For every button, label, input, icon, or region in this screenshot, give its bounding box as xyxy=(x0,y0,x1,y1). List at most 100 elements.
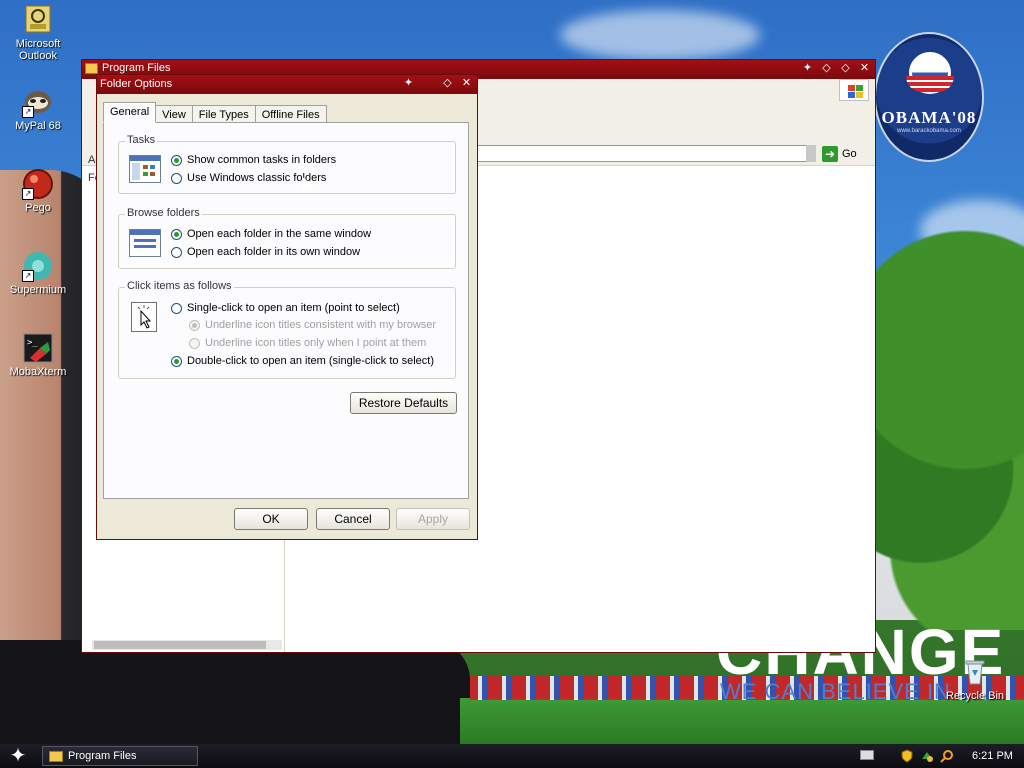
desktop-icon-pego[interactable]: ↗ Pego xyxy=(3,168,73,214)
mypal-icon: ↗ xyxy=(22,86,54,118)
shortcut-arrow-icon: ↗ xyxy=(22,106,34,118)
desktop-icon-outlook[interactable]: Microsoft Outlook xyxy=(3,4,73,62)
radio-button[interactable] xyxy=(171,302,182,314)
dialog-title-bar[interactable]: Folder Options ✦ ◇ ✕ xyxy=(97,75,477,94)
underline-point-option[interactable]: Underline icon titles only when I point … xyxy=(189,337,426,349)
go-label: Go xyxy=(842,148,857,160)
tab-view[interactable]: View xyxy=(155,105,193,123)
security-shield-icon[interactable] xyxy=(900,749,914,763)
desktop-icon-label: Microsoft Outlook xyxy=(15,38,61,62)
star-icon[interactable]: ✦ xyxy=(402,77,415,90)
radio-button[interactable] xyxy=(189,337,200,349)
underline-consistent-label: Underline icon titles consistent with my… xyxy=(205,319,437,331)
network-icon[interactable] xyxy=(920,749,934,763)
folder-options-dialog[interactable]: Folder Options ✦ ◇ ✕ General View File T… xyxy=(96,74,478,540)
ok-button[interactable]: OK xyxy=(234,508,308,530)
go-button[interactable]: ➜ Go xyxy=(822,145,857,163)
tab-general[interactable]: General xyxy=(103,102,157,123)
dialog-window-controls: ✦ ◇ ✕ xyxy=(402,77,473,90)
radio-button[interactable] xyxy=(171,154,182,166)
svg-text:>_: >_ xyxy=(27,338,38,348)
same-window-label: Open each folder in the same window xyxy=(187,228,372,240)
radio-button[interactable] xyxy=(171,355,182,367)
tab-offline-files[interactable]: Offline Files xyxy=(254,105,327,123)
desktop-icon-label: Supermium xyxy=(9,284,67,296)
maximize-button[interactable]: ◇ xyxy=(839,62,852,75)
desktop-icon-label: MobaXterm xyxy=(9,366,67,378)
cancel-button[interactable]: Cancel xyxy=(316,508,390,530)
desktop-icon-mobaxterm[interactable]: >_ MobaXterm xyxy=(3,332,73,378)
own-window-label: Open each folder in its own window xyxy=(187,246,361,258)
folder-icon xyxy=(85,63,98,74)
folder-icon xyxy=(49,750,63,762)
taskbar-button-program-files[interactable]: Program Files xyxy=(42,746,198,766)
desktop-icon-label: MyPal 68 xyxy=(15,120,61,132)
scrollbar-thumb[interactable] xyxy=(94,641,266,649)
underline-point-label: Underline icon titles only when I point … xyxy=(205,337,427,349)
radio-button[interactable] xyxy=(171,228,182,240)
obama-logo-url: www.barackobama.com xyxy=(897,128,961,134)
minimize-button[interactable]: ◇ xyxy=(820,62,833,75)
apply-button[interactable]: Apply xyxy=(396,508,470,530)
recycle-bin-icon xyxy=(959,656,991,688)
tasks-legend: Tasks xyxy=(125,134,158,146)
radio-button[interactable] xyxy=(171,172,182,184)
explorer-window-controls: ✦ ◇ ◇ ✕ xyxy=(801,62,871,75)
desktop-icon-label: Recycle Bin xyxy=(945,690,1005,702)
tasks-group: Tasks Show common tasks in folders Use W… xyxy=(118,134,456,194)
wallpaper-believe-text: WE CAN BELIEVE IN xyxy=(720,679,951,704)
click-items-legend: Click items as follows xyxy=(125,280,234,292)
browse-preview-icon xyxy=(129,229,161,257)
shortcut-arrow-icon: ↗ xyxy=(22,188,34,200)
same-window-option[interactable]: Open each folder in the same window xyxy=(171,228,371,240)
close-button[interactable]: ✕ xyxy=(858,62,871,75)
show-common-tasks-label: Show common tasks in folders xyxy=(187,154,337,166)
general-tab-panel: Tasks Show common tasks in folders Use W… xyxy=(103,122,469,499)
outlook-icon xyxy=(22,4,54,36)
own-window-option[interactable]: Open each folder in its own window xyxy=(171,246,360,258)
mobaxterm-icon: >_ xyxy=(22,332,54,364)
keyboard-icon[interactable] xyxy=(860,750,874,760)
go-arrow-icon: ➜ xyxy=(822,146,838,162)
taskbar: ✦ Program Files 6:21 PM xyxy=(0,744,1024,768)
browse-folders-legend: Browse folders xyxy=(125,207,202,219)
single-click-option[interactable]: Single-click to open an item (point to s… xyxy=(171,302,400,314)
single-click-label: Single-click to open an item (point to s… xyxy=(187,302,400,314)
taskbar-button-label: Program Files xyxy=(68,750,137,762)
system-tray: 6:21 PM xyxy=(900,744,1024,768)
pego-icon: ↗ xyxy=(22,168,54,200)
search-icon[interactable] xyxy=(940,749,954,763)
tasks-preview-icon xyxy=(129,155,161,183)
tab-file-types[interactable]: File Types xyxy=(191,105,256,123)
close-button[interactable]: ✕ xyxy=(460,77,473,90)
show-common-tasks-option[interactable]: Show common tasks in folders xyxy=(171,154,336,166)
suit-image xyxy=(0,640,470,744)
dialog-title: Folder Options xyxy=(100,78,173,90)
obama-logo: OBAMA'08 www.barackobama.com xyxy=(874,32,984,162)
star-icon[interactable]: ✦ xyxy=(801,62,814,75)
click-preview-icon xyxy=(131,302,157,332)
address-dropdown-button[interactable] xyxy=(806,145,816,162)
supermium-icon: ↗ xyxy=(22,250,54,282)
dialog-tabs: General View File Types Offline Files xyxy=(103,102,327,123)
radio-button[interactable] xyxy=(189,319,200,331)
desktop-icon-recycle-bin[interactable]: Recycle Bin xyxy=(940,656,1010,702)
double-click-option[interactable]: Double-click to open an item (single-cli… xyxy=(171,355,434,367)
radio-button[interactable] xyxy=(171,246,182,258)
underline-consistent-option[interactable]: Underline icon titles consistent with my… xyxy=(189,319,436,331)
clock[interactable]: 6:21 PM xyxy=(972,750,1013,762)
browse-folders-group: Browse folders Open each folder in the s… xyxy=(118,207,456,269)
help-button[interactable]: ◇ xyxy=(441,77,454,90)
explorer-title: Program Files xyxy=(102,62,171,74)
trees-image xyxy=(876,230,1024,630)
cloud xyxy=(560,10,760,60)
horizontal-scrollbar[interactable] xyxy=(92,640,282,650)
desktop-icon-mypal[interactable]: ↗ MyPal 68 xyxy=(3,86,73,132)
desktop-icon-supermium[interactable]: ↗ Supermium xyxy=(3,250,73,296)
desktop-icon-label: Pego xyxy=(25,202,51,214)
obama-logo-text: OBAMA'08 xyxy=(881,108,977,127)
shortcut-arrow-icon: ↗ xyxy=(22,270,34,282)
start-button[interactable]: ✦ xyxy=(4,746,32,766)
obama-logo-stripes xyxy=(906,76,954,92)
restore-defaults-button[interactable]: Restore Defaults xyxy=(350,392,457,414)
